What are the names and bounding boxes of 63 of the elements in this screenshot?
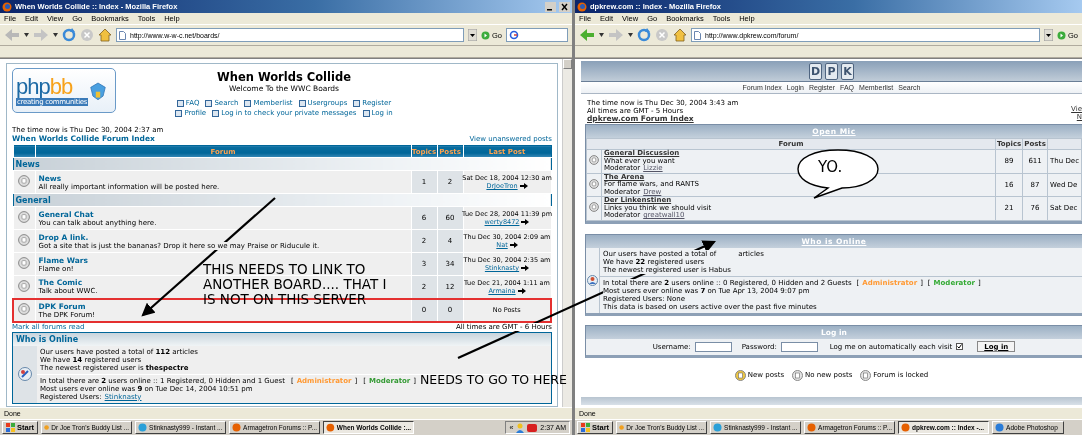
search-engine-icon [509,30,519,40]
firefox-icon [577,1,587,12]
app-icon [138,423,148,432]
forum-status-icon [860,369,872,381]
minimize-icon[interactable] [545,1,556,12]
online-users-icon [18,367,32,381]
app-icon [44,423,50,432]
goto-post-icon[interactable] [517,287,526,294]
goto-post-icon[interactable] [521,265,530,271]
app-icon [807,423,817,432]
username-field[interactable] [694,341,732,352]
category-link[interactable]: News [15,159,40,169]
firefox-icon [2,1,12,12]
home-icon[interactable] [98,28,112,42]
forum-status-icon [792,369,804,381]
forum-icon [18,211,30,223]
caret-icon[interactable] [24,33,29,37]
panel-title[interactable]: Who is Online [16,334,79,344]
windows-logo-icon [6,423,15,432]
buddy-icon [516,422,525,433]
forum-icon [18,175,30,187]
page-icon [119,30,126,40]
caret-icon[interactable] [53,33,58,37]
bubble-text: YO. [818,158,843,176]
checkbox[interactable] [956,343,964,350]
logo-text: phpbb [16,75,73,98]
search-field[interactable] [506,28,568,42]
link-icon [298,99,306,107]
tray-app-icon [527,423,538,432]
forum-icon [18,257,30,269]
goto-post-icon[interactable] [509,242,518,248]
caret-icon[interactable] [599,33,604,37]
forum-icon [589,202,599,213]
logo-letter: K [841,62,854,80]
category-link[interactable]: General [15,195,51,205]
go-icon [481,30,490,40]
windows-logo-icon [581,423,590,432]
forum-icon [18,303,31,315]
dropdown-icon[interactable] [468,29,477,41]
forum-icon [18,279,30,292]
close-icon[interactable] [559,1,570,12]
app-icon [232,423,242,432]
caret-icon[interactable] [628,33,633,37]
forum-icon [18,234,30,246]
app-icon [713,423,723,432]
logo-letter: P [825,62,838,80]
app-icon [995,423,1005,432]
app-icon [619,423,625,432]
dropdown-icon[interactable] [1044,29,1053,41]
forum-status-icon [734,369,746,381]
app-icon [326,423,335,432]
link-icon [244,99,252,107]
goto-post-icon[interactable] [521,219,530,225]
go-icon [1057,30,1066,40]
forum-icon [589,178,599,189]
home-icon[interactable] [673,28,687,42]
logo-letter: D [809,62,822,80]
app-icon [901,423,911,432]
site-title: When Worlds Collide [217,70,351,84]
forum-icon [589,155,599,166]
page-icon [694,30,701,40]
goto-post-icon[interactable] [519,183,528,189]
password-field[interactable] [780,341,818,352]
